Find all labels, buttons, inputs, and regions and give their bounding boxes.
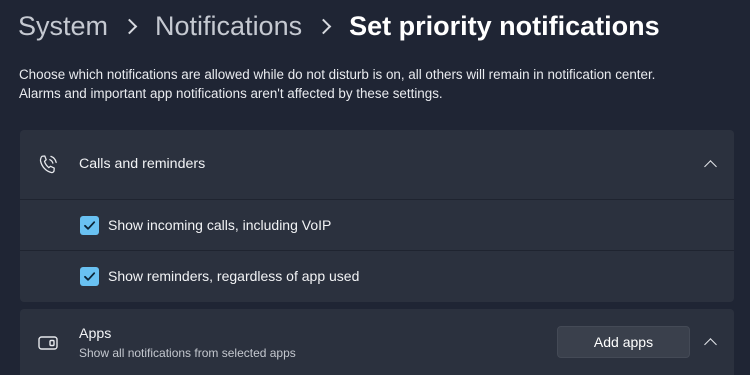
checkmark-icon bbox=[84, 272, 96, 281]
phone-ringing-icon bbox=[39, 155, 57, 174]
checkmark-icon bbox=[84, 221, 96, 230]
calls-and-reminders-title: Calls and reminders bbox=[79, 156, 206, 172]
collapse-chevron-up-icon[interactable] bbox=[704, 160, 717, 173]
add-apps-button[interactable]: Add apps bbox=[557, 326, 690, 358]
breadcrumb-system[interactable]: System bbox=[18, 11, 108, 42]
calls-and-reminders-header[interactable]: Calls and reminders bbox=[20, 130, 734, 199]
apps-window-icon bbox=[38, 336, 58, 350]
description-line-1: Choose which notifications are allowed w… bbox=[19, 67, 656, 82]
option-reminders: Show reminders, regardless of app used bbox=[20, 250, 734, 302]
page-description: Choose which notifications are allowed w… bbox=[19, 65, 739, 103]
collapse-chevron-up-icon[interactable] bbox=[704, 338, 717, 351]
calls-and-reminders-card: Calls and reminders Show incoming calls,… bbox=[20, 130, 734, 302]
reminders-label[interactable]: Show reminders, regardless of app used bbox=[108, 268, 359, 284]
breadcrumb-chevron-icon bbox=[121, 18, 138, 34]
page-title: Set priority notifications bbox=[349, 10, 660, 41]
breadcrumb-notifications[interactable]: Notifications bbox=[155, 11, 302, 42]
incoming-calls-label[interactable]: Show incoming calls, including VoIP bbox=[108, 217, 331, 233]
description-line-2: Alarms and important app notifications a… bbox=[19, 86, 443, 101]
apps-subtitle: Show all notifications from selected app… bbox=[79, 346, 296, 360]
breadcrumb-chevron-icon bbox=[315, 18, 332, 34]
incoming-calls-checkbox[interactable] bbox=[80, 216, 99, 235]
reminders-checkbox[interactable] bbox=[80, 267, 99, 286]
apps-title: Apps bbox=[79, 326, 112, 342]
option-incoming-calls: Show incoming calls, including VoIP bbox=[20, 199, 734, 251]
apps-card[interactable]: Apps Show all notifications from selecte… bbox=[20, 309, 734, 375]
breadcrumb: System Notifications Set priority notifi… bbox=[18, 6, 660, 46]
